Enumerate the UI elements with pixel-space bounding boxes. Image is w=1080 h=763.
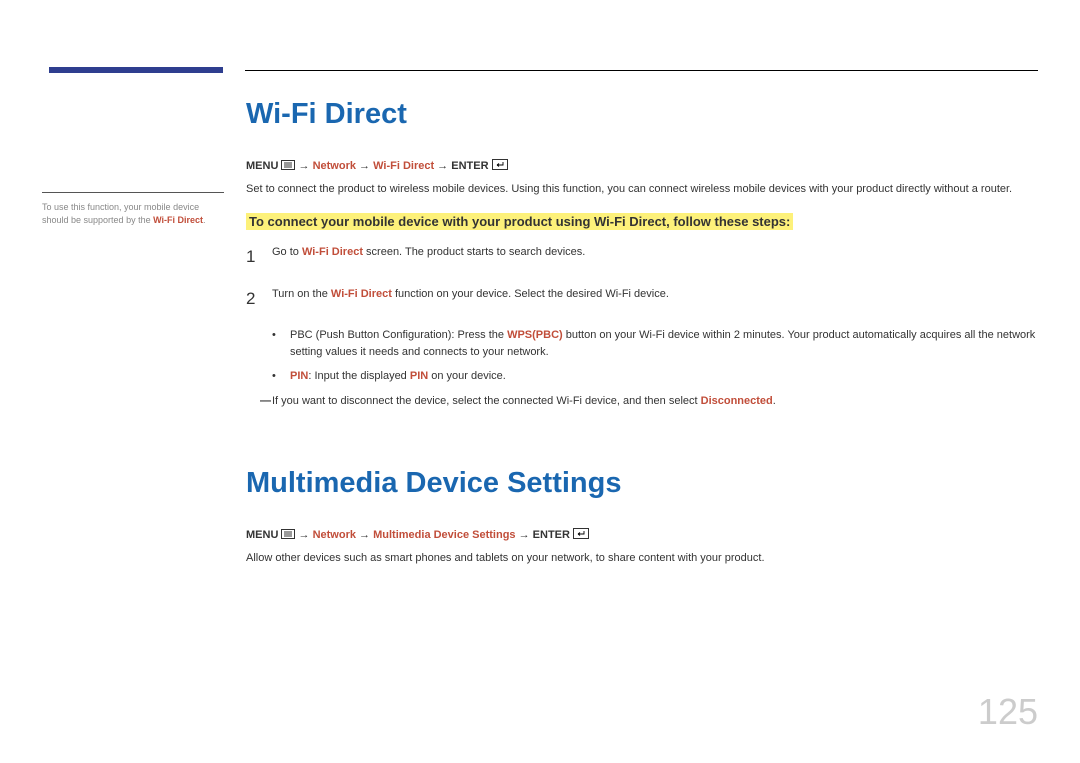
document-page: To use this function, your mobile device… [0,0,1080,38]
intro-text-wifi: Set to connect the product to wireless m… [246,181,1038,198]
menu-icon [281,529,295,542]
nav-network: Network [313,160,356,172]
nav-arrow: → [356,529,373,541]
section-title-mds: Multimedia Device Settings [246,467,1038,500]
bullet-accent2: PIN [410,370,428,382]
highlight-container: To connect your mobile device with your … [246,212,1038,233]
bullet-pre: PBC (Push Button Configuration): Press t… [290,329,507,341]
bullet-accent1: PIN [290,370,308,382]
nav-arrow: → [516,529,533,541]
step-item: 1 Go to Wi-Fi Direct screen. The product… [246,244,1038,270]
nav-arrow: → [299,529,313,541]
header-rule [245,70,1038,71]
step-post: function on your device. Select the desi… [392,288,669,300]
step-item: 2 Turn on the Wi-Fi Direct function on y… [246,286,1038,312]
sidebar-text-accent: Wi-Fi Direct [153,215,203,225]
bullet-body: PIN: Input the displayed PIN on your dev… [290,368,506,385]
header-accent-bar [49,67,223,73]
step-post: screen. The product starts to search dev… [363,246,585,258]
nav-menu: MENU [246,160,278,172]
nav-arrow: → [356,160,373,172]
disconnect-note: ― If you want to disconnect the device, … [246,393,1038,410]
step-body: Turn on the Wi-Fi Direct function on you… [272,286,1038,303]
highlight-text: To connect your mobile device with your … [246,213,793,230]
bullet-post: on your device. [428,370,506,382]
step-number: 2 [246,286,272,312]
bullet-body: PBC (Push Button Configuration): Press t… [290,327,1038,360]
nav-network: Network [313,529,356,541]
enter-icon [573,528,589,542]
nav-mds: Multimedia Device Settings [373,529,515,541]
nav-arrow: → [299,160,313,172]
steps-list: 1 Go to Wi-Fi Direct screen. The product… [246,244,1038,311]
sidebar-note: To use this function, your mobile device… [42,192,224,226]
nav-path-wifi: MENU → Network → Wi-Fi Direct → ENTER [246,159,1038,173]
nav-wifi: Wi-Fi Direct [373,160,434,172]
note-body: If you want to disconnect the device, se… [272,393,776,410]
note-accent: Disconnected [701,395,773,407]
intro-text-mds: Allow other devices such as smart phones… [246,550,1038,567]
page-number: 125 [978,691,1038,733]
step-accent: Wi-Fi Direct [302,246,363,258]
bullet-mid: : Input the displayed [308,370,410,382]
nav-arrow: → [434,160,451,172]
step-pre: Turn on the [272,288,331,300]
menu-icon [281,160,295,173]
step-number: 1 [246,244,272,270]
note-dash: ― [260,393,272,410]
step-pre: Go to [272,246,302,258]
sidebar-text-post: . [203,215,206,225]
bullet-item: • PBC (Push Button Configuration): Press… [272,327,1038,360]
section-multimedia: Multimedia Device Settings MENU → Networ… [246,467,1038,567]
nav-menu: MENU [246,529,278,541]
enter-icon [492,159,508,173]
nav-path-mds: MENU → Network → Multimedia Device Setti… [246,528,1038,542]
bullet-item: • PIN: Input the displayed PIN on your d… [272,368,1038,385]
note-pre: If you want to disconnect the device, se… [272,395,701,407]
step-accent: Wi-Fi Direct [331,288,392,300]
bullet-dot: • [272,327,290,360]
bullet-accent: WPS(PBC) [507,329,563,341]
main-content: Wi-Fi Direct MENU → Network → Wi-Fi Dire… [246,98,1038,581]
nav-enter: ENTER [533,529,570,541]
note-post: . [773,395,776,407]
section-title-wifi: Wi-Fi Direct [246,98,1038,131]
step-body: Go to Wi-Fi Direct screen. The product s… [272,244,1038,261]
nav-enter: ENTER [451,160,488,172]
bullet-list: • PBC (Push Button Configuration): Press… [246,327,1038,385]
bullet-dot: • [272,368,290,385]
